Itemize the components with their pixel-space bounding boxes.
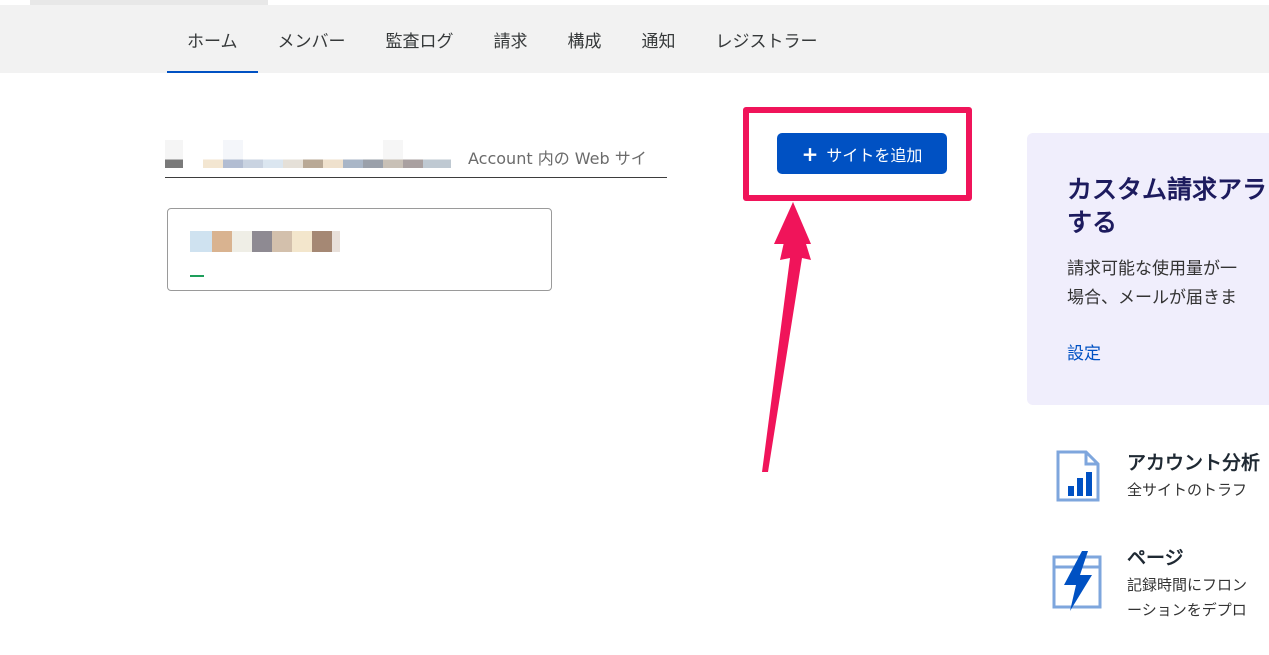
promo-body: 請求可能な使用量が一 場合、メールが届きま bbox=[1067, 259, 1237, 308]
site-card[interactable] bbox=[167, 208, 552, 291]
dashboard-page: ホーム メンバー 監査ログ 請求 構成 通知 レジストラー Account 内の bbox=[0, 0, 1269, 655]
feature-title: アカウント分析 bbox=[1127, 452, 1261, 474]
site-status bbox=[190, 263, 310, 277]
feature-title: ページ bbox=[1127, 547, 1184, 569]
pages-lightning-icon bbox=[1052, 551, 1102, 611]
annotation-arrow-icon bbox=[762, 202, 811, 472]
promo-settings-link[interactable]: 設定 bbox=[1067, 339, 1101, 364]
feature-desc: 全サイトのトラフ bbox=[1127, 481, 1248, 499]
add-site-button[interactable]: + サイトを追加 bbox=[777, 133, 947, 174]
search-placeholder: Account 内の Web サイ bbox=[468, 149, 647, 168]
billing-alert-promo: カスタム請求アラ する 請求可能な使用量が一 場合、メールが届きま 設定 bbox=[1027, 133, 1269, 405]
site-search-input[interactable]: Account 内の Web サイ bbox=[165, 140, 667, 178]
plus-icon: + bbox=[801, 141, 819, 166]
nav-tabs: ホーム メンバー 監査ログ 請求 構成 通知 レジストラー bbox=[167, 5, 838, 73]
tab-members[interactable]: メンバー bbox=[258, 5, 366, 73]
site-name-redacted bbox=[190, 231, 340, 252]
tab-billing[interactable]: 請求 bbox=[474, 5, 548, 73]
analytics-icon bbox=[1056, 450, 1100, 502]
account-nav-bar: ホーム メンバー 監査ログ 請求 構成 通知 レジストラー bbox=[0, 5, 1269, 73]
feature-desc: 記録時間にフロン ーションをデプロ bbox=[1127, 576, 1248, 619]
redacted-text bbox=[165, 140, 470, 168]
tab-audit-log[interactable]: 監査ログ bbox=[366, 5, 474, 73]
add-site-label: サイトを追加 bbox=[826, 145, 923, 165]
status-active-icon bbox=[190, 275, 204, 277]
tab-registrar[interactable]: レジストラー bbox=[696, 5, 838, 73]
tab-configuration[interactable]: 構成 bbox=[548, 5, 622, 73]
tab-home[interactable]: ホーム bbox=[167, 5, 258, 73]
promo-title: カスタム請求アラ する bbox=[1067, 175, 1268, 237]
tab-notifications[interactable]: 通知 bbox=[622, 5, 696, 73]
